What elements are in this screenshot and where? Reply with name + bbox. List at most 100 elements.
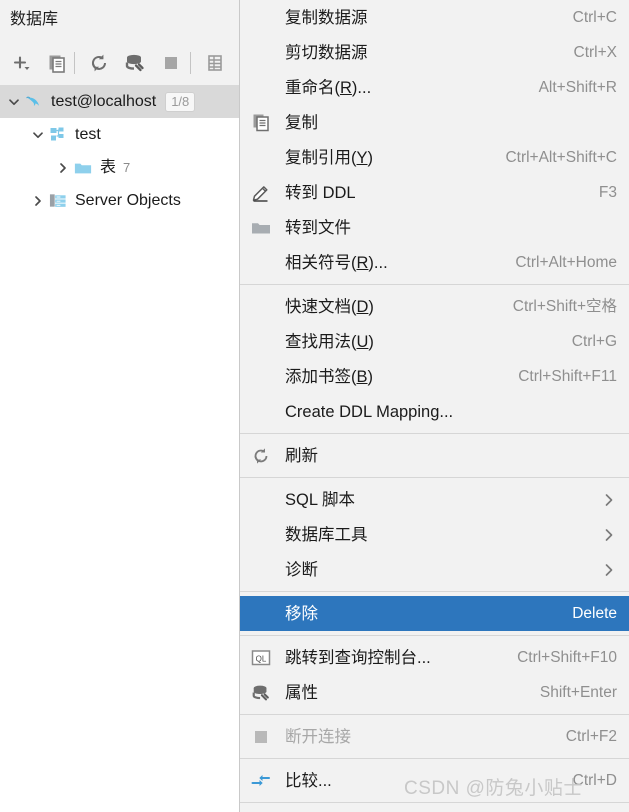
menu-item-label: 移除 (285, 604, 318, 623)
folder-gray-icon (250, 210, 272, 245)
menu-cut-datasource[interactable]: 剪切数据源 Ctrl+X (240, 35, 629, 70)
menu-item-label: 剪切数据源 (285, 43, 368, 62)
menu-item-shortcut: Ctrl+Shift+空格 (512, 297, 617, 315)
duplicate-button[interactable] (44, 50, 70, 76)
menu-rename[interactable]: 重命名(R)... Alt+Shift+R (240, 70, 629, 105)
menu-item-label: 刷新 (285, 446, 318, 465)
data-source-properties-button[interactable] (122, 50, 148, 76)
menu-item-label: 复制数据源 (285, 8, 368, 27)
toolbar-divider-1 (74, 52, 75, 74)
tree-node-server-objects[interactable]: Server Objects (0, 184, 239, 217)
tree-node-test[interactable]: test (0, 118, 239, 151)
menu-item-label: Create DDL Mapping... (285, 402, 454, 421)
connection-count-badge: 1/8 (165, 91, 196, 112)
tree-node-label: Server Objects (75, 191, 181, 209)
stop-square-icon (250, 719, 272, 754)
menu-copy-datasource[interactable]: 复制数据源 Ctrl+C (240, 0, 629, 35)
expand-chevron-right-icon[interactable] (30, 193, 46, 209)
menu-separator (240, 758, 629, 759)
menu-item-shortcut: Ctrl+X (573, 43, 618, 61)
menu-separator (240, 591, 629, 592)
refresh-button[interactable] (86, 50, 112, 76)
chevron-right-icon (603, 482, 615, 517)
tree-node-label: test (75, 125, 101, 143)
menu-item-label: 相关符号(R)... (285, 253, 388, 272)
tree-node-label: test@localhost (51, 92, 157, 110)
expand-chevron-down-icon[interactable] (6, 94, 22, 110)
menu-item-label: 转到 DDL (285, 183, 356, 202)
menu-item-shortcut: F3 (598, 183, 617, 201)
menu-add-bookmark[interactable]: 添加书签(B) Ctrl+Shift+F11 (240, 359, 629, 394)
toolbar-divider-2 (190, 52, 191, 74)
server-objects-icon (49, 192, 67, 210)
expand-chevron-down-icon[interactable] (30, 127, 46, 143)
menu-item-label: 断开连接 (285, 727, 351, 746)
menu-item-shortcut: Alt+Shift+R (538, 78, 617, 96)
menu-item-label: 重命名(R)... (285, 78, 372, 97)
panel-title-bar: 数据库 (0, 0, 239, 40)
menu-goto-file[interactable]: 转到文件 (240, 210, 629, 245)
menu-item-shortcut: Ctrl+G (571, 332, 617, 350)
database-tree[interactable]: test@localhost 1/8 test 表 7 Server Objec… (0, 85, 239, 217)
menu-item-label: 查找用法(U) (285, 332, 374, 351)
context-menu[interactable]: 复制数据源 Ctrl+C 剪切数据源 Ctrl+X 重命名(R)... Alt+… (240, 0, 629, 812)
menu-separator (240, 802, 629, 803)
menu-diagnostics[interactable]: 诊断 (240, 552, 629, 587)
menu-related-symbol[interactable]: 相关符号(R)... Ctrl+Alt+Home (240, 245, 629, 280)
menu-item-shortcut: Ctrl+C (572, 8, 617, 26)
menu-copy[interactable]: 复制 (240, 105, 629, 140)
add-datasource-button[interactable] (8, 50, 34, 76)
menu-item-label: 数据库工具 (285, 525, 368, 544)
tree-node-test-at-localhost[interactable]: test@localhost 1/8 (0, 85, 239, 118)
menu-item-label: 快速文档(D) (285, 297, 374, 316)
menu-item-label: 属性 (285, 683, 318, 702)
expand-chevron-right-icon[interactable] (55, 160, 71, 176)
menu-copy-reference[interactable]: 复制引用(Y) Ctrl+Alt+Shift+C (240, 140, 629, 175)
menu-item-shortcut: Delete (572, 604, 617, 622)
menu-separator (240, 635, 629, 636)
menu-sql-scripts[interactable]: SQL 脚本 (240, 482, 629, 517)
menu-item-label: 复制引用(Y) (285, 148, 374, 167)
schema-icon (49, 126, 67, 144)
menu-properties[interactable]: 属性 Shift+Enter (240, 675, 629, 710)
menu-item-label: 诊断 (285, 560, 318, 579)
menu-refresh[interactable]: 刷新 (240, 438, 629, 473)
pencil-icon (250, 175, 272, 210)
menu-item-label: 添加书签(B) (285, 367, 374, 386)
menu-quick-doc[interactable]: 快速文档(D) Ctrl+Shift+空格 (240, 289, 629, 324)
menu-separator (240, 284, 629, 285)
tree-node-count: 7 (123, 160, 131, 175)
compare-icon (250, 763, 272, 798)
chevron-right-icon (603, 517, 615, 552)
data-editor-button[interactable] (202, 50, 228, 76)
menu-remove[interactable]: 移除 Delete (240, 596, 629, 631)
app-root: 数据库 test@localhost 1/8 test 表 7 Server O… (0, 0, 629, 812)
mysql-dolphin-icon (25, 93, 43, 111)
panel-toolbar (0, 40, 239, 85)
menu-item-shortcut: Ctrl+F2 (565, 727, 617, 745)
database-tool-window: 数据库 test@localhost 1/8 test 表 7 Server O… (0, 0, 240, 812)
menu-jump-to-query-console[interactable]: QL 跳转到查询控制台... Ctrl+Shift+F10 (240, 640, 629, 675)
menu-database-tools[interactable]: 数据库工具 (240, 517, 629, 552)
menu-separator (240, 477, 629, 478)
menu-separator (240, 714, 629, 715)
copy-icon (250, 105, 272, 140)
menu-export-data-to-file[interactable]: 将数据导出到文件(E) (240, 807, 629, 812)
menu-compare[interactable]: 比较... Ctrl+D (240, 763, 629, 798)
ql-icon: QL (250, 640, 272, 675)
menu-item-label: 复制 (285, 113, 318, 132)
menu-goto-ddl[interactable]: 转到 DDL F3 (240, 175, 629, 210)
folder-icon (74, 159, 92, 177)
menu-find-usages[interactable]: 查找用法(U) Ctrl+G (240, 324, 629, 359)
stop-button[interactable] (158, 50, 184, 76)
panel-title: 数据库 (10, 11, 59, 28)
download-icon (250, 807, 272, 812)
menu-item-label: 转到文件 (285, 218, 351, 237)
tree-node-tables[interactable]: 表 7 (0, 151, 239, 184)
menu-item-shortcut: Shift+Enter (539, 683, 617, 701)
menu-create-ddl-mapping[interactable]: Create DDL Mapping... (240, 394, 629, 429)
svg-text:QL: QL (256, 654, 267, 663)
menu-item-shortcut: Ctrl+Shift+F11 (518, 367, 617, 385)
refresh-icon (250, 438, 272, 473)
menu-disconnect[interactable]: 断开连接 Ctrl+F2 (240, 719, 629, 754)
